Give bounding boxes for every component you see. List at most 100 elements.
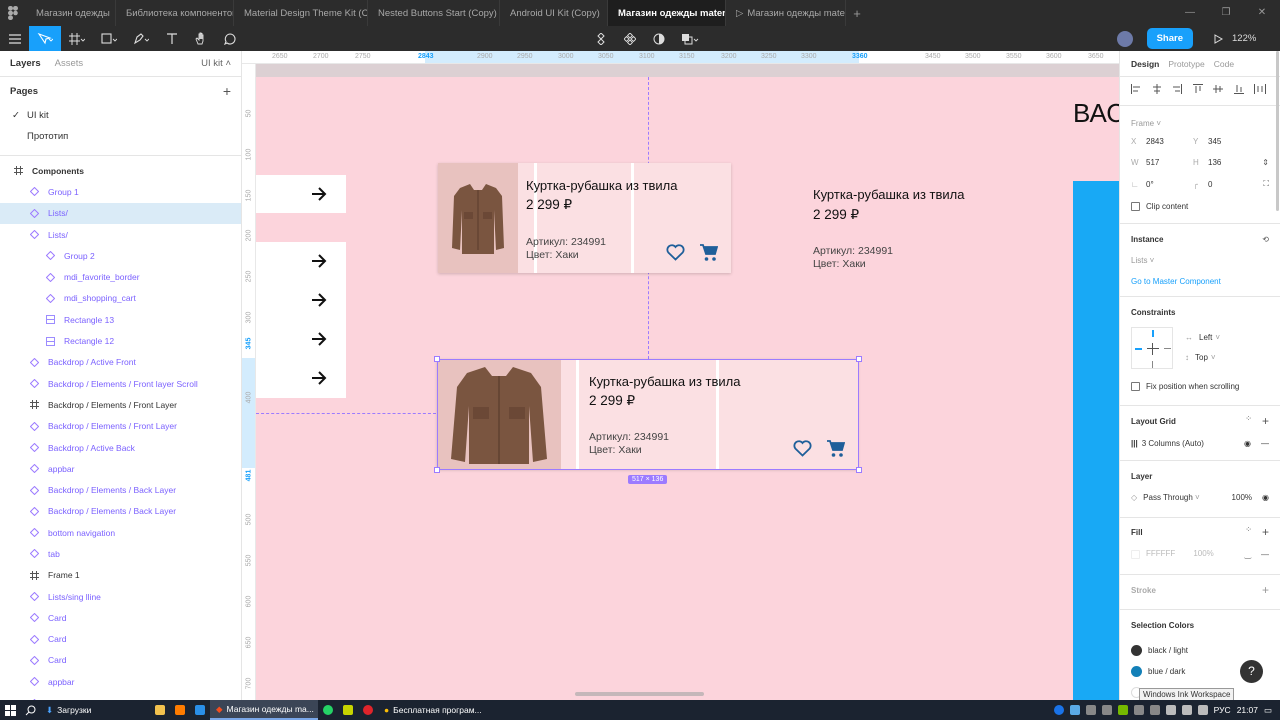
layer-item[interactable]: Backdrop / Elements / Back Layer [0,501,241,522]
figma-logo-icon[interactable] [0,0,26,26]
remove-icon[interactable]: — [1261,439,1269,448]
clock[interactable]: 21:07 [1237,705,1258,715]
layer-item[interactable]: Lists/ [0,202,241,224]
file-tab[interactable]: Nested Buttons Start (Copy) [368,0,500,26]
explorer-icon[interactable] [150,700,170,720]
pen-workspace-icon[interactable] [1197,705,1208,715]
taskbar-app-chrome[interactable]: ● Бесплатная програм... [378,700,488,720]
remove-icon[interactable]: — [1261,550,1269,559]
independent-corners-icon[interactable]: ⛶ [1263,179,1269,189]
illustrator-icon[interactable] [170,700,190,720]
photoshop-icon[interactable] [190,700,210,720]
layer-components[interactable]: Components [0,160,241,181]
notifications-icon[interactable]: ▭ [1264,705,1272,716]
layer-item[interactable]: Card [0,650,241,671]
align-left-icon[interactable] [1131,84,1141,94]
go-to-master-link[interactable]: Go to Master Component [1131,277,1221,286]
styles-icon[interactable]: ⁘ [1245,414,1252,428]
layer-item[interactable]: Rectangle 13 [0,309,241,330]
frame-label[interactable]: Frame ˅ [1131,119,1161,128]
layer-item[interactable]: Backdrop / Active Front [0,352,241,373]
prototype-tab[interactable]: ▷Магазин одежды material [726,0,846,26]
layer-item[interactable]: Lists/sing lline [0,586,241,607]
resize-handle[interactable] [434,356,440,362]
eye-closed-icon[interactable]: ‿ [1245,550,1251,559]
layer-item[interactable]: Card [0,607,241,628]
add-icon[interactable]: + [1262,583,1269,597]
selection-box[interactable] [437,359,859,470]
layer-item[interactable]: Group 1 [0,181,241,202]
favorite-border-icon[interactable] [666,244,685,261]
page-item-prototype[interactable]: Прототип [0,126,241,147]
text-tool-icon[interactable] [157,26,186,51]
eye-icon[interactable]: ◉ [1244,439,1251,448]
skype-icon[interactable] [1053,705,1064,715]
tray-icon[interactable] [1101,705,1112,715]
align-bottom-icon[interactable] [1233,84,1244,94]
move-tool-icon[interactable] [29,26,61,51]
opacity-field[interactable]: 100% [1232,493,1252,502]
rotation-field[interactable]: ∟ 0° [1131,180,1193,189]
mask-icon[interactable] [644,26,673,51]
add-icon[interactable]: + [1262,525,1269,539]
list-item[interactable] [256,175,346,213]
x-field[interactable]: X 2843 [1131,137,1193,146]
add-page-icon[interactable]: + [223,83,231,99]
menu-icon[interactable] [0,26,29,51]
hand-tool-icon[interactable] [186,26,215,51]
y-field[interactable]: Y 345 [1193,137,1255,146]
layer-item[interactable]: Group 2 [0,245,241,266]
layer-item[interactable]: Backdrop / Elements / Front Layer [0,416,241,437]
tray-icon[interactable] [1149,705,1160,715]
tab-prototype[interactable]: Prototype [1168,59,1204,69]
styles-icon[interactable]: ⁘ [1245,525,1252,539]
taskbar-app-figma[interactable]: ◆ Магазин одежды ma... [210,700,318,720]
constraint-horizontal[interactable]: ↔ Left ˅ [1185,327,1220,347]
new-tab-button[interactable]: + [846,6,868,21]
shape-tool-icon[interactable] [93,26,125,51]
taskbar-app-downloads[interactable]: ⬇ Загрузки [40,700,150,720]
file-tab[interactable]: Material Design Theme Kit (Copy) [234,0,368,26]
instance-name[interactable]: Lists ˅ [1131,256,1154,265]
close-icon[interactable]: ✕ [1244,0,1280,26]
layer-item[interactable]: appbar [0,692,241,700]
minimize-icon[interactable]: — [1172,0,1208,26]
search-icon[interactable] [20,700,40,720]
eye-icon[interactable]: ◉ [1262,493,1269,502]
canvas[interactable]: Куртка-рубашка из твила 2 299 ₽ Артикул:… [256,64,1119,700]
layer-item[interactable]: appbar [0,458,241,479]
layer-item[interactable]: mdi_shopping_cart [0,288,241,309]
tray-icon[interactable] [1133,705,1144,715]
resize-handle[interactable] [856,356,862,362]
list-group[interactable] [256,242,346,398]
tab-layers[interactable]: Layers [10,58,41,69]
file-tab-active[interactable]: Магазин одежды material [608,0,726,26]
tab-code[interactable]: Code [1214,59,1234,69]
detach-instance-icon[interactable]: ⟲ [1262,235,1269,244]
volume-icon[interactable] [1181,705,1192,715]
radius-field[interactable]: ╭ 0 [1193,180,1255,189]
w-field[interactable]: W 517 [1131,158,1193,167]
blend-mode-select[interactable]: ◇ Pass Through ˅ [1131,493,1200,502]
create-multiple-components-icon[interactable] [615,26,644,51]
layer-item[interactable]: Card [0,629,241,650]
horizontal-scrollbar[interactable] [575,692,704,696]
layer-item[interactable]: Backdrop / Elements / Front layer Scroll [0,373,241,394]
panel-scrollbar[interactable] [1275,51,1280,700]
align-right-icon[interactable] [1172,84,1182,94]
component-icon[interactable] [586,26,615,51]
layer-item[interactable]: Backdrop / Elements / Back Layer [0,479,241,500]
layer-item[interactable]: Backdrop / Active Back [0,437,241,458]
product-card[interactable]: Куртка-рубашка из твила 2 299 ₽ Артикул:… [438,163,731,273]
fill-item[interactable]: FFFFFF 100% [1131,549,1214,559]
tab-assets[interactable]: Assets [55,58,84,69]
avatar[interactable] [1116,30,1133,47]
layer-item[interactable]: Backdrop / Elements / Front Layer [0,394,241,415]
file-tab[interactable]: Библиотека компонентов [116,0,234,26]
layer-item[interactable]: appbar [0,671,241,692]
language-indicator[interactable]: РУС [1214,705,1231,715]
tray-icon[interactable] [1085,705,1096,715]
resize-handle[interactable] [856,467,862,473]
shopping-cart-icon[interactable] [699,244,718,262]
zoom-level[interactable]: 122% [1232,33,1280,44]
